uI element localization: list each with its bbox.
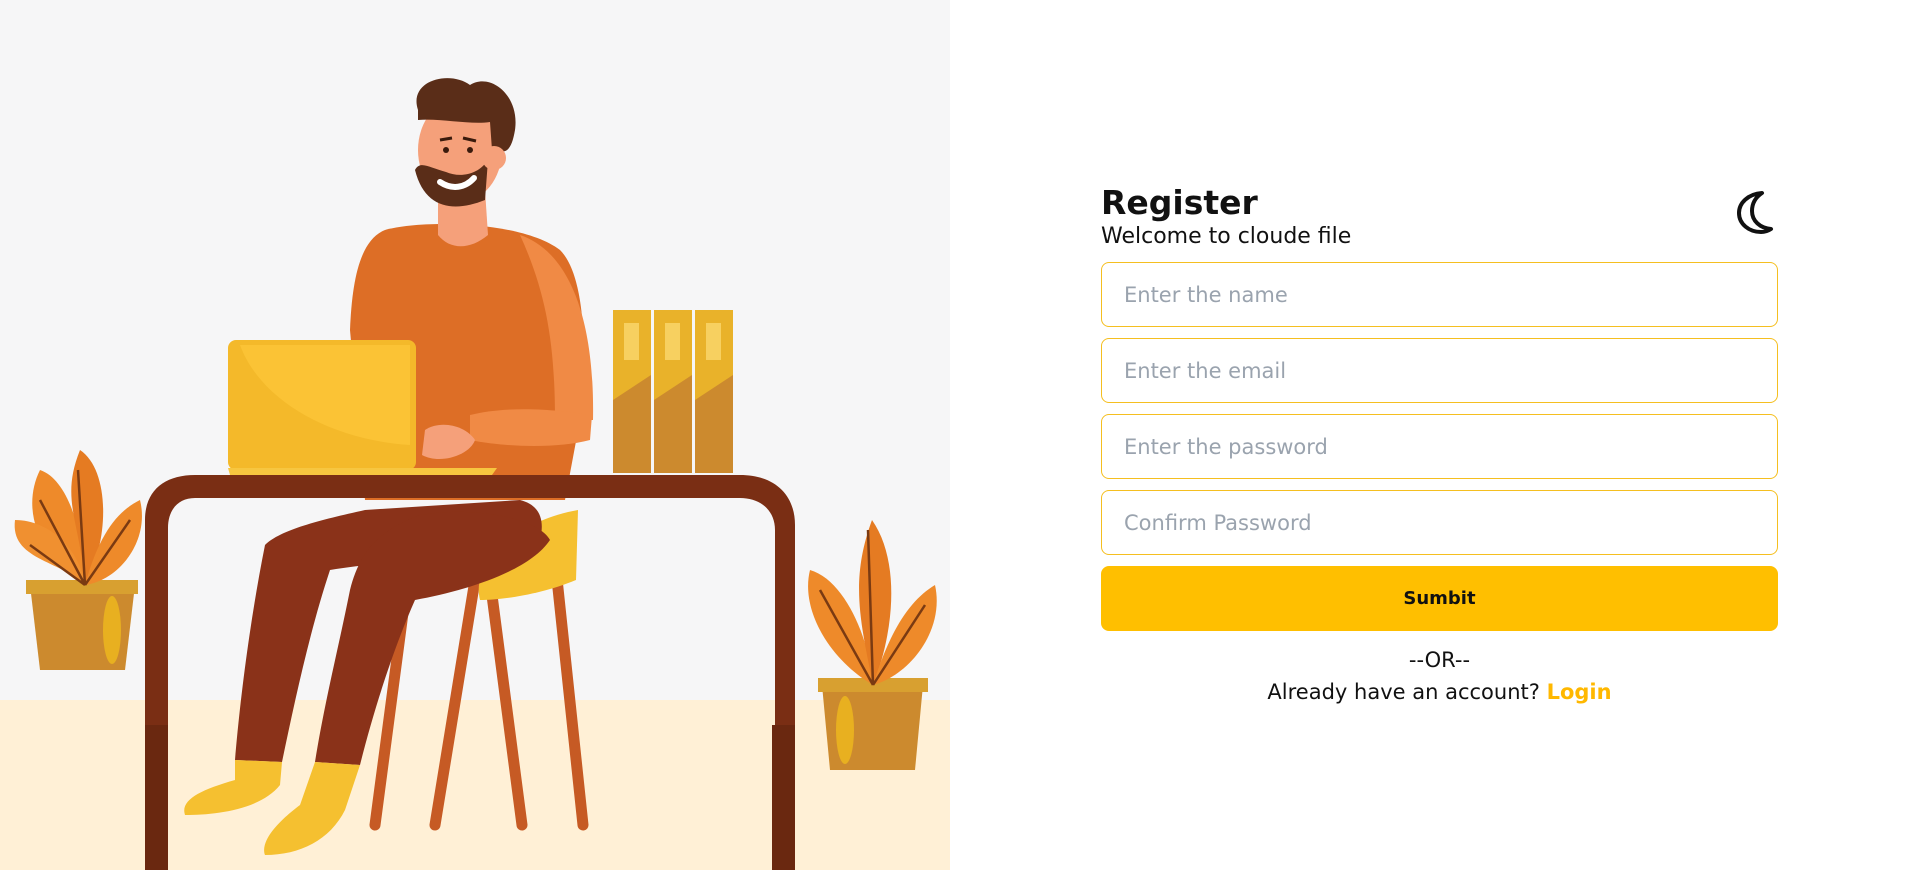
register-subtitle: Welcome to cloude file	[1101, 224, 1352, 249]
theme-toggle-button[interactable]	[1730, 186, 1778, 238]
submit-button[interactable]: Sumbit	[1101, 566, 1778, 631]
name-input[interactable]	[1101, 262, 1778, 327]
login-prompt: Already have an account? Login	[1101, 678, 1778, 706]
moon-icon	[1737, 191, 1773, 234]
illustration-panel	[0, 0, 950, 870]
login-link[interactable]: Login	[1547, 680, 1612, 704]
login-prompt-text: Already have an account?	[1267, 680, 1540, 704]
confirm-password-input[interactable]	[1101, 490, 1778, 555]
register-form: Register Welcome to cloude file Sumbit -…	[1101, 184, 1778, 706]
email-input[interactable]	[1101, 338, 1778, 403]
register-page: Register Welcome to cloude file Sumbit -…	[0, 0, 1910, 870]
register-title: Register	[1101, 183, 1258, 222]
password-input[interactable]	[1101, 414, 1778, 479]
person-at-desk-illustration	[0, 0, 950, 870]
binders-illustration	[613, 310, 733, 473]
or-divider: --OR--	[1408, 648, 1471, 672]
